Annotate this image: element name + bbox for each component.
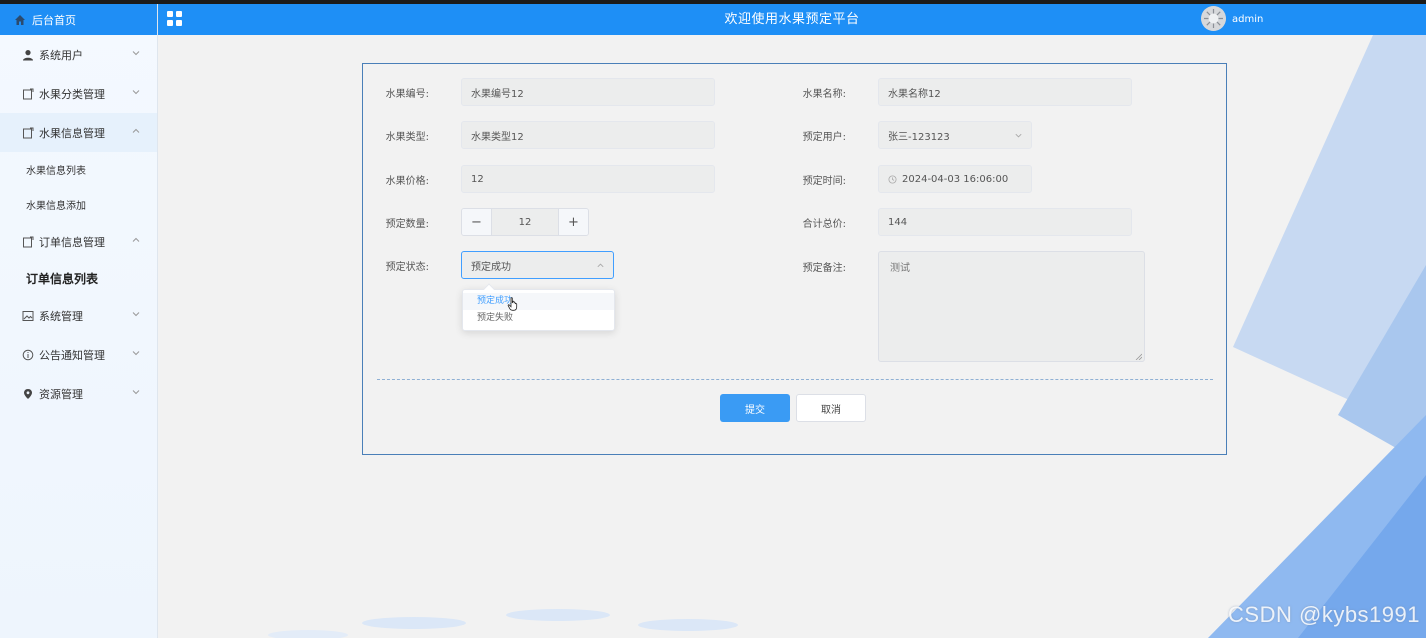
sidebar-subitem-fruit-list[interactable]: 水果信息列表	[0, 152, 157, 187]
sidebar-item-system-users[interactable]: 系统用户	[0, 35, 157, 74]
avatar[interactable]	[1201, 6, 1226, 31]
chevron-down-icon	[131, 387, 141, 397]
status-option-success[interactable]: 预定成功	[463, 293, 614, 311]
submit-button[interactable]: 提交	[720, 394, 790, 422]
field-booking-time: 预定时间: 2024-04-03 16:06:00	[780, 165, 1032, 193]
sidebar-item-system-manage[interactable]: 系统管理	[0, 296, 157, 335]
quantity-decrease-button[interactable]: −	[462, 209, 491, 235]
sidebar-item-label: 系统管理	[39, 309, 83, 323]
total-input[interactable]: 144	[878, 208, 1132, 236]
sidebar-item-notice-manage[interactable]: 公告通知管理	[0, 335, 157, 374]
order-edit-form: 水果编号: 水果编号12 水果名称: 水果名称12 水果类型: 水果类型12 预…	[362, 63, 1227, 455]
clock-icon	[888, 174, 897, 184]
sidebar-item-label: 资源管理	[39, 387, 83, 401]
field-remark: 预定备注: 测试	[780, 251, 1145, 362]
field-fruit-price: 水果价格: 12	[363, 165, 715, 193]
sidebar-item-fruit-category[interactable]: 水果分类管理	[0, 74, 157, 113]
remark-textarea[interactable]: 测试	[878, 251, 1145, 362]
document-icon	[22, 236, 34, 248]
field-label: 水果类型:	[385, 131, 429, 143]
field-label: 预定状态:	[385, 261, 429, 273]
chevron-down-icon	[131, 309, 141, 319]
chevron-up-icon	[131, 235, 141, 245]
location-icon	[22, 388, 34, 400]
fruit-price-input[interactable]: 12	[461, 165, 715, 193]
field-fruit-name: 水果名称: 水果名称12	[780, 78, 1132, 106]
cancel-button[interactable]: 取消	[796, 394, 866, 422]
top-bar: 欢迎使用水果预定平台 admin	[158, 4, 1426, 35]
status-option-fail[interactable]: 预定失败	[463, 310, 614, 327]
booking-time-value: 2024-04-03 16:06:00	[902, 173, 1009, 185]
field-status: 预定状态: 预定成功	[363, 251, 614, 279]
fruit-type-input[interactable]: 水果类型12	[461, 121, 715, 149]
booking-time-picker[interactable]: 2024-04-03 16:06:00	[878, 165, 1032, 193]
chevron-up-icon	[596, 261, 605, 270]
chevron-down-icon	[131, 48, 141, 58]
hand-cursor-icon	[507, 297, 519, 311]
status-value: 预定成功	[471, 261, 511, 273]
document-icon	[22, 88, 34, 100]
sidebar-item-label: 水果分类管理	[39, 87, 105, 101]
info-icon	[22, 349, 34, 361]
field-label: 预定数量:	[385, 218, 429, 230]
sidebar-item-label: 公告通知管理	[39, 348, 105, 362]
field-label: 水果名称:	[802, 88, 846, 100]
image-icon	[22, 310, 34, 322]
username[interactable]: admin	[1232, 4, 1263, 35]
field-label: 预定时间:	[802, 175, 846, 187]
field-label: 水果编号:	[385, 88, 429, 100]
booking-user-value: 张三-123123	[888, 131, 950, 143]
fruit-code-input[interactable]: 水果编号12	[461, 78, 715, 106]
resize-handle-icon[interactable]	[1135, 352, 1143, 361]
status-dropdown: 预定成功 预定失败	[462, 283, 615, 331]
sidebar-item-label: 水果信息管理	[39, 126, 105, 140]
field-label: 合计总价:	[802, 218, 846, 230]
field-label: 预定用户:	[802, 131, 846, 143]
chevron-down-icon	[131, 87, 141, 97]
sidebar-item-fruit-info[interactable]: 水果信息管理	[0, 113, 157, 152]
chevron-down-icon	[131, 348, 141, 358]
field-booking-user: 预定用户: 张三-123123	[780, 121, 1032, 149]
sidebar-item-order-info[interactable]: 订单信息管理	[0, 222, 157, 261]
sidebar-subitem-order-list[interactable]: 订单信息列表	[0, 261, 157, 296]
quantity-stepper: − 12 +	[461, 208, 589, 236]
chevron-down-icon	[1014, 131, 1023, 140]
watermark: CSDN @kybs1991	[1228, 602, 1420, 627]
sidebar-home-label: 后台首页	[32, 13, 76, 27]
status-select[interactable]: 预定成功	[461, 251, 614, 279]
quantity-input[interactable]: 12	[491, 209, 559, 235]
form-divider	[377, 379, 1213, 380]
field-label: 水果价格:	[385, 175, 429, 187]
user-icon	[22, 49, 34, 61]
sidebar-home[interactable]: 后台首页	[0, 4, 157, 35]
document-icon	[22, 127, 34, 139]
sidebar: 后台首页 系统用户 水果分类管理 水果信息管理 水果信息列表 水果信息添加 订单…	[0, 4, 158, 638]
field-label: 预定备注:	[802, 263, 846, 274]
sidebar-subitem-fruit-add[interactable]: 水果信息添加	[0, 187, 157, 222]
field-fruit-type: 水果类型: 水果类型12	[363, 121, 715, 149]
sidebar-item-resource-manage[interactable]: 资源管理	[0, 374, 157, 413]
sidebar-item-label: 订单信息管理	[39, 235, 105, 249]
remark-value: 测试	[890, 263, 910, 274]
field-total: 合计总价: 144	[780, 208, 1132, 236]
booking-user-select[interactable]: 张三-123123	[878, 121, 1032, 149]
chevron-up-icon	[131, 126, 141, 136]
sidebar-item-label: 系统用户	[39, 48, 83, 62]
fruit-name-input[interactable]: 水果名称12	[878, 78, 1132, 106]
field-fruit-code: 水果编号: 水果编号12	[363, 78, 715, 106]
field-quantity: 预定数量: − 12 +	[363, 208, 589, 236]
quantity-increase-button[interactable]: +	[559, 209, 588, 235]
home-icon	[14, 14, 26, 26]
